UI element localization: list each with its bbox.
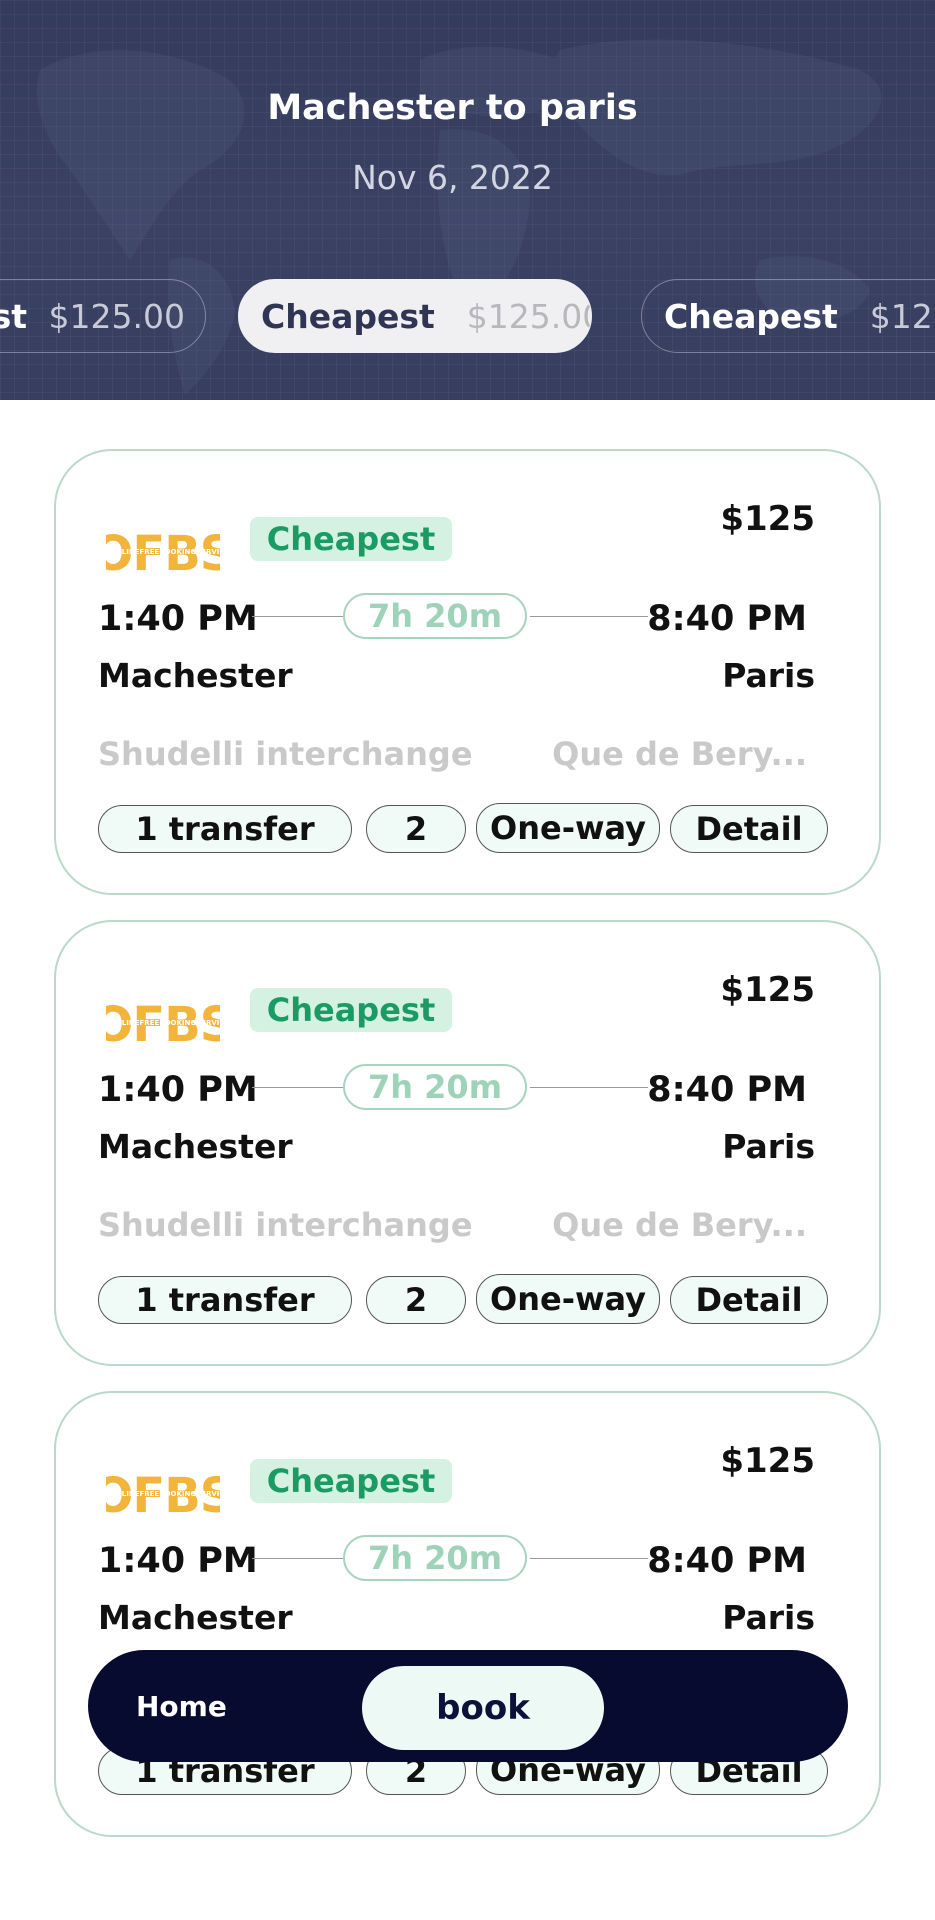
logo-tagline-word: BOOKING	[159, 1019, 197, 1027]
flight-duration: 7h 20m	[343, 593, 527, 639]
logo-tagline: ONLINE FREE BOOKING SERVICE	[110, 548, 220, 556]
transfer-chip: 1 transfer	[98, 1276, 352, 1324]
ticket-price: $125	[720, 970, 815, 1010]
arrival-time: 8:40 PM	[647, 599, 807, 639]
origin-city: Machester	[98, 1598, 293, 1637]
route-line-right	[530, 616, 648, 617]
cheapest-badge: Cheapest	[250, 1459, 452, 1503]
count-chip: 2	[366, 805, 466, 853]
filter-label: Cheapest	[664, 296, 838, 336]
logo-tagline-word: FREE	[139, 548, 160, 556]
ticket-price: $125	[720, 499, 815, 539]
departure-time: 1:40 PM	[98, 599, 258, 639]
filter-tab-selected[interactable]: Cheapest $125.00	[238, 279, 592, 353]
flight-card[interactable]: OFBS ONLINE FREE BOOKING SERVICE Cheapes…	[54, 449, 881, 895]
logo-tagline-word: BOOKING	[159, 548, 197, 556]
destination-city: Paris	[722, 1598, 815, 1637]
logo-tagline-word: FREE	[139, 1490, 160, 1498]
nav-home-tab[interactable]: Home	[136, 1650, 227, 1762]
flight-duration: 7h 20m	[343, 1535, 527, 1581]
travel-date: Nov 6, 2022	[352, 158, 553, 197]
route-line-left	[252, 1087, 352, 1088]
logo-tagline-word: SERVICE	[196, 1490, 220, 1498]
route-title: Machester to paris	[267, 88, 638, 128]
logo-tagline: ONLINE FREE BOOKING SERVICE	[110, 1490, 220, 1498]
destination-city: Paris	[722, 656, 815, 695]
origin-city: Machester	[98, 1127, 293, 1166]
route-line-right	[530, 1087, 648, 1088]
nav-book-tab[interactable]: book	[362, 1666, 604, 1750]
route-line-left	[252, 1558, 352, 1559]
airline-logo: OFBS ONLINE FREE BOOKING SERVICE	[106, 997, 220, 1053]
departure-time: 1:40 PM	[98, 1070, 258, 1110]
arrival-time: 8:40 PM	[647, 1070, 807, 1110]
logo-tagline: ONLINE FREE BOOKING SERVICE	[110, 1019, 220, 1027]
departure-time: 1:40 PM	[98, 1541, 258, 1581]
filter-price: $125.00	[48, 296, 185, 336]
filter-label: Cheapest	[0, 296, 27, 336]
cheapest-badge: Cheapest	[250, 988, 452, 1032]
logo-tagline-word: FREE	[139, 1019, 160, 1027]
logo-tagline-word: SERVICE	[196, 1019, 220, 1027]
destination-station: Que de Bery...	[552, 1206, 807, 1244]
detail-button[interactable]: Detail	[670, 1276, 828, 1324]
trip-type-chip: One-way	[476, 1274, 660, 1324]
filter-tab-partial-left[interactable]: Cheapest $125.00	[0, 279, 206, 353]
trip-type-chip: One-way	[476, 803, 660, 853]
flight-duration: 7h 20m	[343, 1064, 527, 1110]
transfer-chip: 1 transfer	[98, 805, 352, 853]
origin-station: Shudelli interchange	[98, 735, 473, 773]
detail-button[interactable]: Detail	[670, 805, 828, 853]
logo-tagline-word: ONLINE	[110, 548, 140, 556]
flight-card[interactable]: OFBS ONLINE FREE BOOKING SERVICE Cheapes…	[54, 920, 881, 1366]
airline-logo: OFBS ONLINE FREE BOOKING SERVICE	[106, 526, 220, 582]
airline-logo: OFBS ONLINE FREE BOOKING SERVICE	[106, 1468, 220, 1524]
logo-tagline-word: SERVICE	[196, 548, 220, 556]
count-chip: 2	[366, 1276, 466, 1324]
filter-price: $125.00	[466, 296, 592, 336]
logo-tagline-word: BOOKING	[159, 1490, 197, 1498]
destination-city: Paris	[722, 1127, 815, 1166]
ticket-price: $125	[720, 1441, 815, 1481]
bottom-nav-bar: Home book	[88, 1650, 848, 1762]
route-line-left	[252, 616, 352, 617]
header-banner: Machester to paris Nov 6, 2022 Cheapest …	[0, 0, 935, 400]
logo-tagline-word: ONLINE	[110, 1490, 140, 1498]
filter-price: $125.00	[869, 296, 935, 336]
filter-tab-partial-right[interactable]: Cheapest $125.00	[641, 279, 935, 353]
arrival-time: 8:40 PM	[647, 1541, 807, 1581]
logo-tagline-word: ONLINE	[110, 1019, 140, 1027]
origin-station: Shudelli interchange	[98, 1206, 473, 1244]
destination-station: Que de Bery...	[552, 735, 807, 773]
origin-city: Machester	[98, 656, 293, 695]
filter-label: Cheapest	[261, 296, 435, 336]
flight-card[interactable]: OFBS ONLINE FREE BOOKING SERVICE Cheapes…	[54, 1391, 881, 1837]
cheapest-badge: Cheapest	[250, 517, 452, 561]
route-line-right	[530, 1558, 648, 1559]
